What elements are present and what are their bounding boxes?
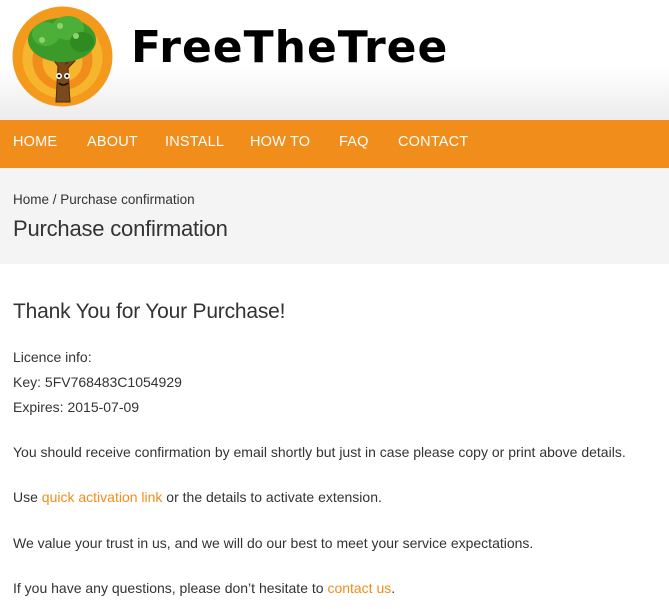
page-title: Purchase confirmation — [13, 216, 228, 241]
activation-suffix: or the details to activate extension. — [162, 489, 382, 505]
site-title[interactable]: FreeTheTree — [131, 26, 448, 70]
confirmation-text: You should receive confirmation by email… — [13, 444, 626, 460]
licence-label: Licence info: — [13, 349, 92, 365]
questions-prefix: If you have any questions, please don’t … — [13, 580, 328, 596]
site-header: FreeTheTree — [0, 0, 669, 120]
breadcrumb-current: Purchase confirmation — [60, 192, 195, 207]
tree-logo-icon[interactable] — [12, 6, 113, 107]
activation-paragraph: Use quick activation link or the details… — [13, 489, 382, 505]
contact-us-link[interactable]: contact us — [327, 580, 391, 596]
nav-how-to[interactable]: HOW TO — [250, 135, 310, 150]
breadcrumb-home-link[interactable]: Home — [13, 192, 49, 207]
licence-expiry: Expires: 2015-07-09 — [13, 399, 140, 415]
questions-suffix: . — [391, 580, 396, 596]
main-content: Thank You for Your Purchase! Licence inf… — [13, 300, 663, 596]
thank-you-heading: Thank You for Your Purchase! — [13, 300, 286, 323]
main-navigation: HOME ABOUT INSTALL HOW TO FAQ CONTACT — [0, 120, 669, 168]
trust-text: We value your trust in us, and we will d… — [13, 535, 534, 551]
activation-prefix: Use — [13, 489, 42, 505]
nav-about[interactable]: ABOUT — [87, 135, 138, 150]
breadcrumb-separator: / — [49, 192, 61, 207]
nav-faq[interactable]: FAQ — [339, 135, 369, 150]
page-title-band: Home / Purchase confirmation Purchase co… — [0, 168, 669, 264]
nav-home[interactable]: HOME — [13, 135, 57, 150]
breadcrumb: Home / Purchase confirmation — [13, 192, 195, 207]
nav-install[interactable]: INSTALL — [165, 135, 224, 150]
licence-key: Key: 5FV768483C1054929 — [13, 374, 182, 390]
nav-contact[interactable]: CONTACT — [398, 135, 468, 150]
quick-activation-link[interactable]: quick activation link — [42, 489, 163, 505]
questions-paragraph: If you have any questions, please don’t … — [13, 580, 395, 596]
